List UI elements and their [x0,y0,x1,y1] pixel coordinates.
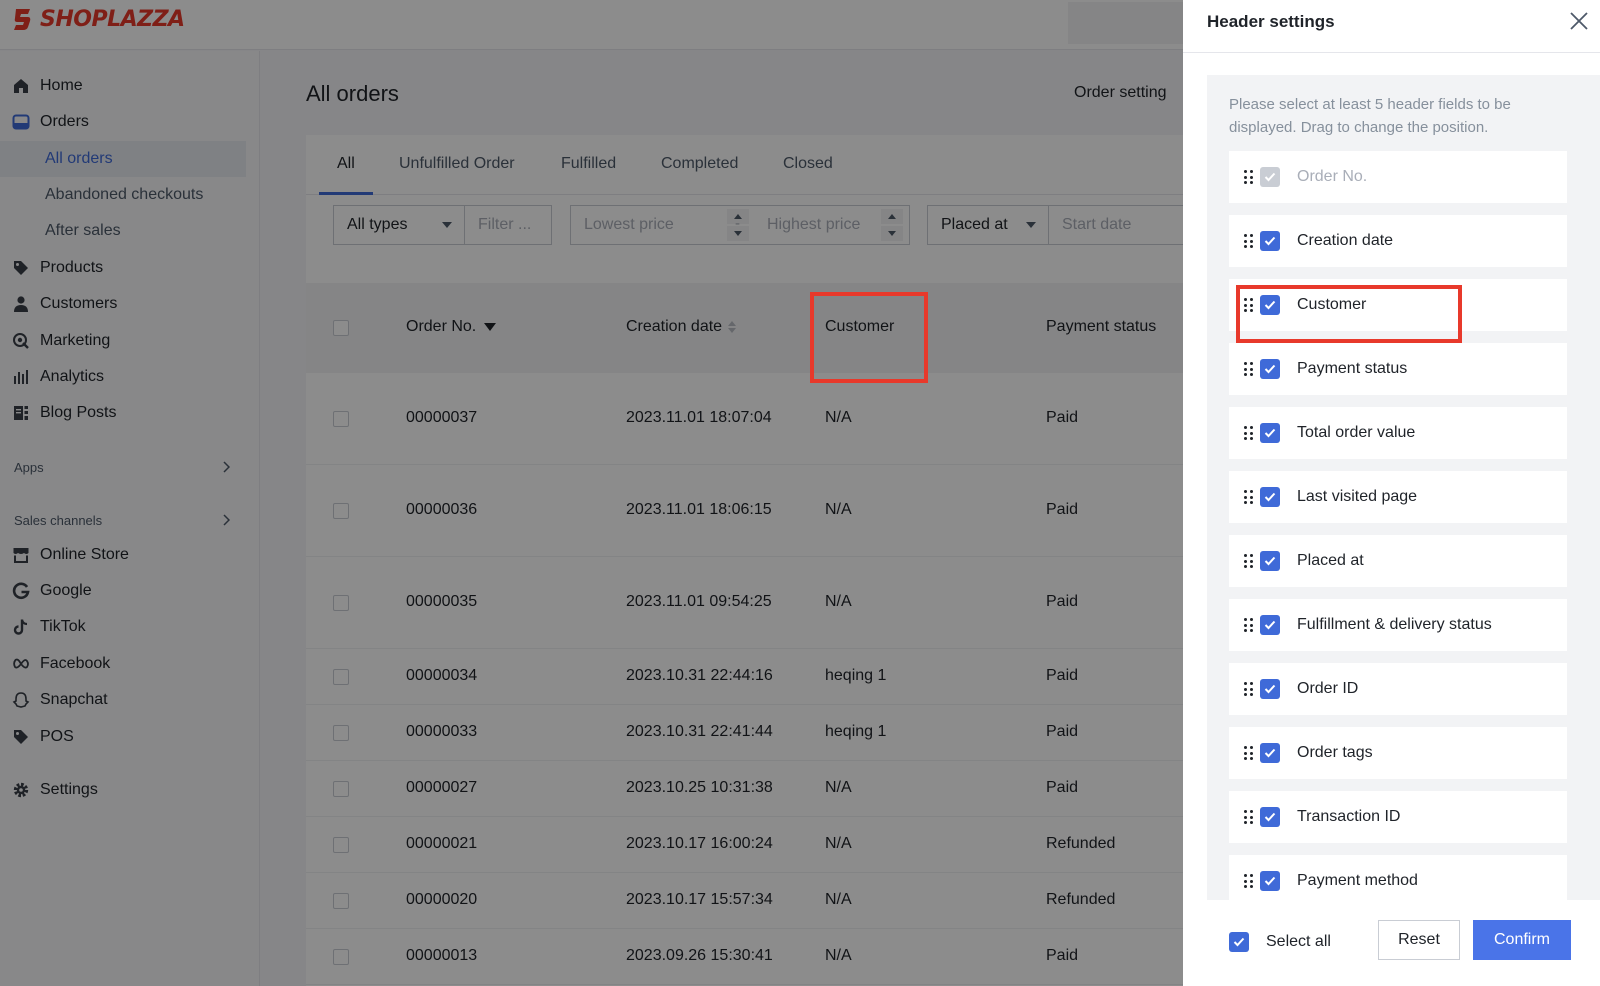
header-field-item[interactable]: Total order value [1229,407,1567,459]
checkbox-checked-icon[interactable] [1260,615,1280,635]
header-field-label: Order ID [1297,680,1359,697]
checkbox-checked-icon[interactable] [1229,932,1249,952]
checkbox-checked-icon[interactable] [1260,423,1280,443]
header-field-item[interactable]: Placed at [1229,535,1567,587]
header-field-item[interactable]: Payment method [1229,855,1567,900]
drag-handle-icon[interactable] [1244,746,1254,760]
reset-button[interactable]: Reset [1378,920,1460,960]
header-field-label: Last visited page [1297,488,1418,505]
drawer-divider [1183,52,1600,53]
modal-backdrop[interactable] [0,0,1183,986]
header-field-item[interactable]: Order ID [1229,663,1567,715]
customer-field-highlight [1236,285,1462,343]
header-field-label: Total order value [1297,424,1416,441]
header-settings-drawer: Header settings Please select at least 5… [1183,0,1600,986]
close-icon[interactable] [1568,10,1590,32]
drag-handle-icon[interactable] [1244,426,1254,440]
drag-handle-icon[interactable] [1244,874,1254,888]
select-all-label: Select all [1266,933,1331,950]
checkbox-checked-icon[interactable] [1260,551,1280,571]
header-field-label: Placed at [1297,552,1364,569]
header-field-label: Creation date [1297,232,1394,249]
header-field-item[interactable]: Order tags [1229,727,1567,779]
header-field-label: Order No. [1297,168,1368,185]
drag-handle-icon[interactable] [1244,554,1254,568]
select-all-checkbox[interactable]: Select all [1229,932,1331,952]
drawer-title: Header settings [1207,12,1335,31]
checkbox-checked-icon[interactable] [1260,231,1280,251]
checkbox-checked-icon[interactable] [1260,679,1280,699]
header-field-item[interactable]: Creation date [1229,215,1567,267]
checkbox-checked-icon[interactable] [1260,487,1280,507]
header-field-label: Order tags [1297,744,1373,761]
header-field-item[interactable]: Payment status [1229,343,1567,395]
header-field-item[interactable]: Last visited page [1229,471,1567,523]
drag-handle-icon[interactable] [1244,234,1254,248]
header-field-item[interactable]: Transaction ID [1229,791,1567,843]
customer-column-highlight [810,292,928,383]
header-field-label: Fulfillment & delivery status [1297,616,1492,633]
checkbox-checked-icon[interactable] [1260,359,1280,379]
drag-handle-icon[interactable] [1244,362,1254,376]
header-field-item[interactable]: Fulfillment & delivery status [1229,599,1567,651]
drawer-footer: Select all Reset Confirm [1183,900,1600,986]
checkbox-checked-icon[interactable] [1260,743,1280,763]
checkbox-checked-icon[interactable] [1260,807,1280,827]
header-fields-list: Please select at least 5 header fields t… [1207,75,1600,900]
header-field-item[interactable]: Order No. [1229,151,1567,203]
header-field-label: Payment method [1297,872,1418,889]
drag-handle-icon[interactable] [1244,618,1254,632]
header-field-label: Transaction ID [1297,808,1401,825]
drawer-hint: Please select at least 5 header fields t… [1229,96,1511,136]
drag-handle-icon[interactable] [1244,170,1254,184]
drag-handle-icon[interactable] [1244,490,1254,504]
confirm-button[interactable]: Confirm [1473,920,1571,960]
drag-handle-icon[interactable] [1244,810,1254,824]
header-field-label: Payment status [1297,360,1408,377]
checkbox-checked-icon[interactable] [1260,871,1280,891]
drag-handle-icon[interactable] [1244,682,1254,696]
checkbox-checked-icon [1260,167,1280,187]
